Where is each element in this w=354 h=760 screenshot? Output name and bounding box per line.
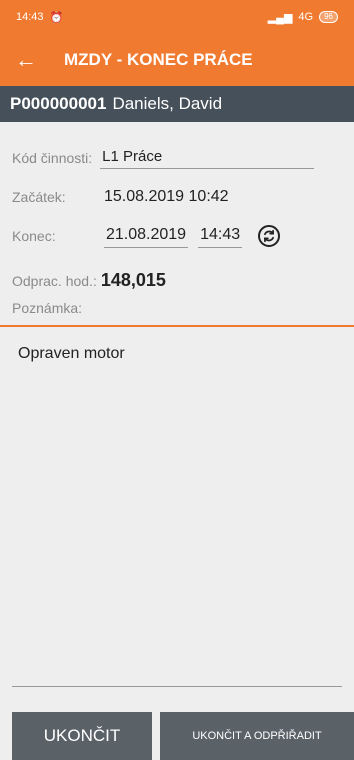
hours-value: 148,015 (100, 270, 166, 290)
note-textarea[interactable]: Opraven motor (18, 345, 125, 363)
network-type: 4G (298, 11, 314, 23)
end-label: Konec: (12, 228, 56, 244)
note-label-row: Poznámka: (12, 300, 82, 316)
hours-row: Odprac. hod.: 148,015 (12, 270, 166, 291)
end-row: Konec: 21.08.2019 14:43 (12, 224, 281, 248)
note-label: Poznámka: (12, 300, 83, 316)
alarm-icon: ⏰ (49, 11, 64, 24)
status-bar: 14:43 ⏰ ▂▄▆ 4G 96 (0, 0, 354, 34)
finish-button[interactable]: UKONČIT (12, 712, 152, 760)
battery-icon: 96 (319, 11, 338, 23)
activity-field[interactable]: L1 Práce (100, 146, 315, 169)
end-date-field[interactable]: 21.08.2019 (104, 224, 189, 248)
finish-unassign-button[interactable]: UKONČIT A ODPŘIŘADIT (160, 712, 354, 760)
activity-label: Kód činnosti: (12, 149, 93, 166)
note-bottom-line (12, 686, 342, 687)
page-title: MZDY - KONEC PRÁCE (64, 50, 253, 69)
start-value: 15.08.2019 10:42 (104, 188, 229, 205)
employee-id: P000000001 (10, 94, 107, 113)
activity-row: Kód činnosti: L1 Práce (12, 146, 315, 169)
refresh-icon[interactable] (258, 225, 281, 247)
back-arrow-icon[interactable]: ← (0, 34, 52, 86)
employee-name: Daniels, David (112, 94, 223, 113)
end-time-field[interactable]: 14:43 (198, 224, 243, 248)
employee-header: P000000001 Daniels, David (0, 86, 354, 122)
app-bar: ← MZDY - KONEC PRÁCE (0, 34, 354, 86)
status-time: 14:43 (16, 11, 44, 23)
hours-label: Odprac. hod.: (12, 272, 97, 289)
start-row: Začátek: 15.08.2019 10:42 (12, 188, 229, 206)
start-label: Začátek: (12, 189, 66, 205)
signal-icon: ▂▄▆ (267, 11, 293, 24)
note-divider (0, 325, 354, 327)
